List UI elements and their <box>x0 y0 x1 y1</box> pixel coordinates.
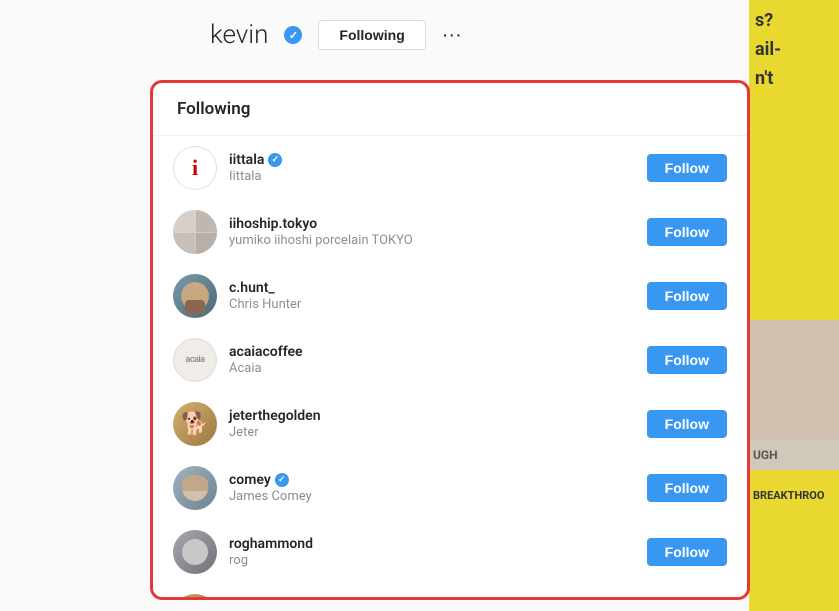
user-info-comey: comey ✓ James Comey <box>229 472 635 504</box>
fullname-iihoship: yumiko iihoshi porcelain TOKYO <box>229 233 635 248</box>
username-iittala[interactable]: iittala ✓ <box>229 152 635 168</box>
username-comey[interactable]: comey ✓ <box>229 472 635 488</box>
bg-right-text-s: s? <box>755 10 833 31</box>
fullname-rog: rog <box>229 553 635 568</box>
background-right: s? ail- n't UGH BREAKTHROO <box>749 0 839 611</box>
following-modal: Following i iittala ✓ Iittala Follow iih… <box>150 80 750 600</box>
fullname-jeter: Jeter <box>229 425 635 440</box>
username-chunt[interactable]: c.hunt_ <box>229 280 635 296</box>
user-avatar-comey[interactable] <box>173 466 217 510</box>
list-item: comey ✓ James Comey Follow <box>153 456 747 520</box>
list-item: 🐕 jeterthegolden Jeter Follow <box>153 392 747 456</box>
username-rog[interactable]: roghammond <box>229 536 635 552</box>
bg-right-text-nt: n't <box>755 68 833 89</box>
follow-button-comey[interactable]: Follow <box>647 474 727 502</box>
user-avatar-acaia[interactable]: acaia <box>173 338 217 382</box>
username-iihoship[interactable]: iihoship.tokyo <box>229 216 635 232</box>
bg-right-text-breakthrough: BREAKTHROO <box>753 489 824 502</box>
verified-icon: ✓ <box>275 473 289 487</box>
bg-right-text-ail: ail- <box>755 39 833 60</box>
follow-button-chunt[interactable]: Follow <box>647 282 727 310</box>
profile-username: kevin <box>210 20 268 50</box>
fullname-chunt: Chris Hunter <box>229 297 635 312</box>
verified-icon: ✓ <box>268 153 282 167</box>
follow-button-jeter[interactable]: Follow <box>647 410 727 438</box>
user-info-iittala: iittala ✓ Iittala <box>229 152 635 184</box>
following-list[interactable]: i iittala ✓ Iittala Follow iihoship.toky… <box>153 136 747 597</box>
list-item: roghammond rog Follow <box>153 520 747 584</box>
user-info-chunt: c.hunt_ Chris Hunter <box>229 280 635 312</box>
user-info-iihoship: iihoship.tokyo yumiko iihoshi porcelain … <box>229 216 635 248</box>
list-item: acaia acaiacoffee Acaia Follow <box>153 328 747 392</box>
more-options-button[interactable]: ··· <box>442 24 462 47</box>
user-info-acaia: acaiacoffee Acaia <box>229 344 635 376</box>
bg-right-text-ugh: UGH <box>753 448 778 462</box>
list-item: i iittala ✓ Iittala Follow <box>153 136 747 200</box>
follow-button-iihoship[interactable]: Follow <box>647 218 727 246</box>
username-acaia[interactable]: acaiacoffee <box>229 344 635 360</box>
verified-badge: ✓ <box>284 26 302 44</box>
user-avatar-rog[interactable] <box>173 530 217 574</box>
user-info-rog: roghammond rog <box>229 536 635 568</box>
follow-button-iittala[interactable]: Follow <box>647 154 727 182</box>
user-avatar-jeter[interactable]: 🐕 <box>173 402 217 446</box>
list-item: iihoship.tokyo yumiko iihoshi porcelain … <box>153 200 747 264</box>
list-item: antoniogalloni Antonio Galloni Follow <box>153 584 747 597</box>
fullname-comey: James Comey <box>229 489 635 504</box>
follow-button-acaia[interactable]: Follow <box>647 346 727 374</box>
user-avatar-chunt[interactable] <box>173 274 217 318</box>
user-avatar-antonio[interactable] <box>173 594 217 597</box>
user-info-jeter: jeterthegolden Jeter <box>229 408 635 440</box>
modal-title: Following <box>153 83 747 136</box>
following-button[interactable]: Following <box>318 20 425 50</box>
user-avatar-iittala[interactable]: i <box>173 146 217 190</box>
follow-button-rog[interactable]: Follow <box>647 538 727 566</box>
fullname-acaia: Acaia <box>229 361 635 376</box>
list-item: c.hunt_ Chris Hunter Follow <box>153 264 747 328</box>
fullname-iittala: Iittala <box>229 169 635 184</box>
user-avatar-iihoship[interactable] <box>173 210 217 254</box>
username-jeter[interactable]: jeterthegolden <box>229 408 635 424</box>
